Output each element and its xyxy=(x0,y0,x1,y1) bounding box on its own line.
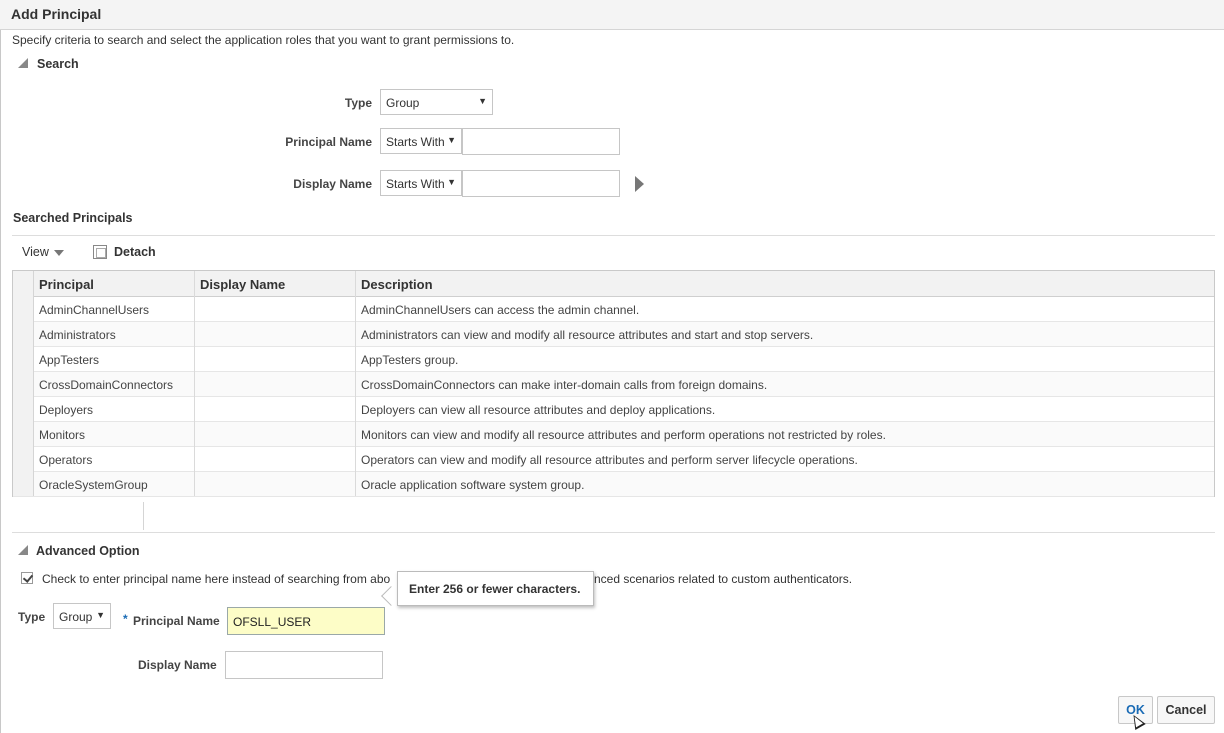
cell-principal: CrossDomainConnectors xyxy=(39,378,174,392)
dialog-instructions: Specify criteria to search and select th… xyxy=(12,33,515,47)
cell-principal: Administrators xyxy=(39,328,116,342)
cell-principal: AppTesters xyxy=(39,353,100,367)
search-principal-name-input[interactable] xyxy=(462,128,620,155)
advanced-option-header[interactable]: Advanced Option xyxy=(36,544,139,558)
dialog-title: Add Principal xyxy=(11,6,102,22)
section-divider xyxy=(12,235,1215,236)
cell-description: Monitors can view and modify all resourc… xyxy=(361,428,886,442)
cell-description: Oracle application software system group… xyxy=(361,478,585,492)
column-header-principal[interactable]: Principal xyxy=(39,277,94,292)
cell-principal: Operators xyxy=(39,453,93,467)
advanced-collapse-icon[interactable] xyxy=(18,545,28,555)
cancel-button[interactable]: Cancel xyxy=(1157,696,1215,724)
advanced-display-name-input[interactable] xyxy=(225,651,383,679)
cell-description: Deployers can view all resource attribut… xyxy=(361,403,716,417)
cell-principal: Monitors xyxy=(39,428,86,442)
column-header-description[interactable]: Description xyxy=(361,277,433,292)
view-menu[interactable]: View xyxy=(22,245,64,259)
view-menu-label: View xyxy=(22,245,49,259)
table-footer-divider xyxy=(143,502,144,530)
advanced-principal-name-input[interactable]: OFSLL_USER xyxy=(227,607,385,635)
caret-down-icon xyxy=(53,249,64,256)
advanced-type-value: Group xyxy=(59,610,93,624)
advanced-display-name-label: Display Name xyxy=(138,658,217,672)
search-type-select[interactable]: Group ▼ xyxy=(380,89,493,115)
manual-entry-checkbox[interactable] xyxy=(21,572,33,584)
principal-name-operator-value: Starts With xyxy=(386,135,445,149)
detach-button[interactable]: Detach xyxy=(114,245,156,259)
chevron-down-icon: ▼ xyxy=(96,610,105,620)
dialog-title-bar: Add Principal xyxy=(0,0,1224,30)
advanced-principal-name-label: Principal Name xyxy=(133,614,220,628)
section-divider xyxy=(12,532,1215,533)
search-type-label: Type xyxy=(344,96,372,110)
principals-table: Principal Display Name Description Admin… xyxy=(12,270,1215,497)
column-divider[interactable] xyxy=(355,271,356,496)
display-name-operator-value: Starts With xyxy=(386,177,445,191)
manual-entry-checkbox-label: Check to enter principal name here inste… xyxy=(42,572,391,586)
validation-tooltip: Enter 256 or fewer characters. xyxy=(397,571,594,606)
cell-description: Administrators can view and modify all r… xyxy=(361,328,814,342)
required-marker: * xyxy=(123,612,128,626)
cell-principal: Deployers xyxy=(39,403,94,417)
search-type-value: Group xyxy=(386,96,420,110)
detach-icon[interactable] xyxy=(93,245,107,259)
column-divider[interactable] xyxy=(194,271,195,496)
row-header-column xyxy=(13,271,34,496)
cell-description: Operators can view and modify all resour… xyxy=(361,453,858,467)
searched-principals-header: Searched Principals xyxy=(13,211,133,225)
column-header-display-name[interactable]: Display Name xyxy=(200,277,285,292)
search-collapse-icon[interactable] xyxy=(18,58,28,68)
cell-principal: OracleSystemGroup xyxy=(39,478,148,492)
cell-description: CrossDomainConnectors can make inter-dom… xyxy=(361,378,768,392)
search-display-name-label: Display Name xyxy=(293,177,372,191)
cell-description: AppTesters group. xyxy=(361,353,459,367)
chevron-down-icon: ▼ xyxy=(478,96,487,106)
principal-name-operator-select[interactable]: Starts With ▼ xyxy=(380,128,462,154)
cell-principal: AdminChannelUsers xyxy=(39,303,150,317)
chevron-down-icon: ▼ xyxy=(447,177,456,187)
search-display-name-input[interactable] xyxy=(462,170,620,197)
advanced-type-label: Type xyxy=(18,610,46,624)
cell-description: AdminChannelUsers can access the admin c… xyxy=(361,303,640,317)
chevron-down-icon: ▼ xyxy=(447,135,456,145)
dialog-left-border xyxy=(0,30,1,733)
search-go-icon[interactable] xyxy=(635,176,644,192)
display-name-operator-select[interactable]: Starts With ▼ xyxy=(380,170,462,196)
manual-entry-checkbox-label-tail: nced scenarios related to custom authent… xyxy=(594,572,853,586)
search-principal-name-label: Principal Name xyxy=(285,135,372,149)
search-section-header[interactable]: Search xyxy=(37,57,79,71)
advanced-type-select[interactable]: Group ▼ xyxy=(53,603,111,629)
